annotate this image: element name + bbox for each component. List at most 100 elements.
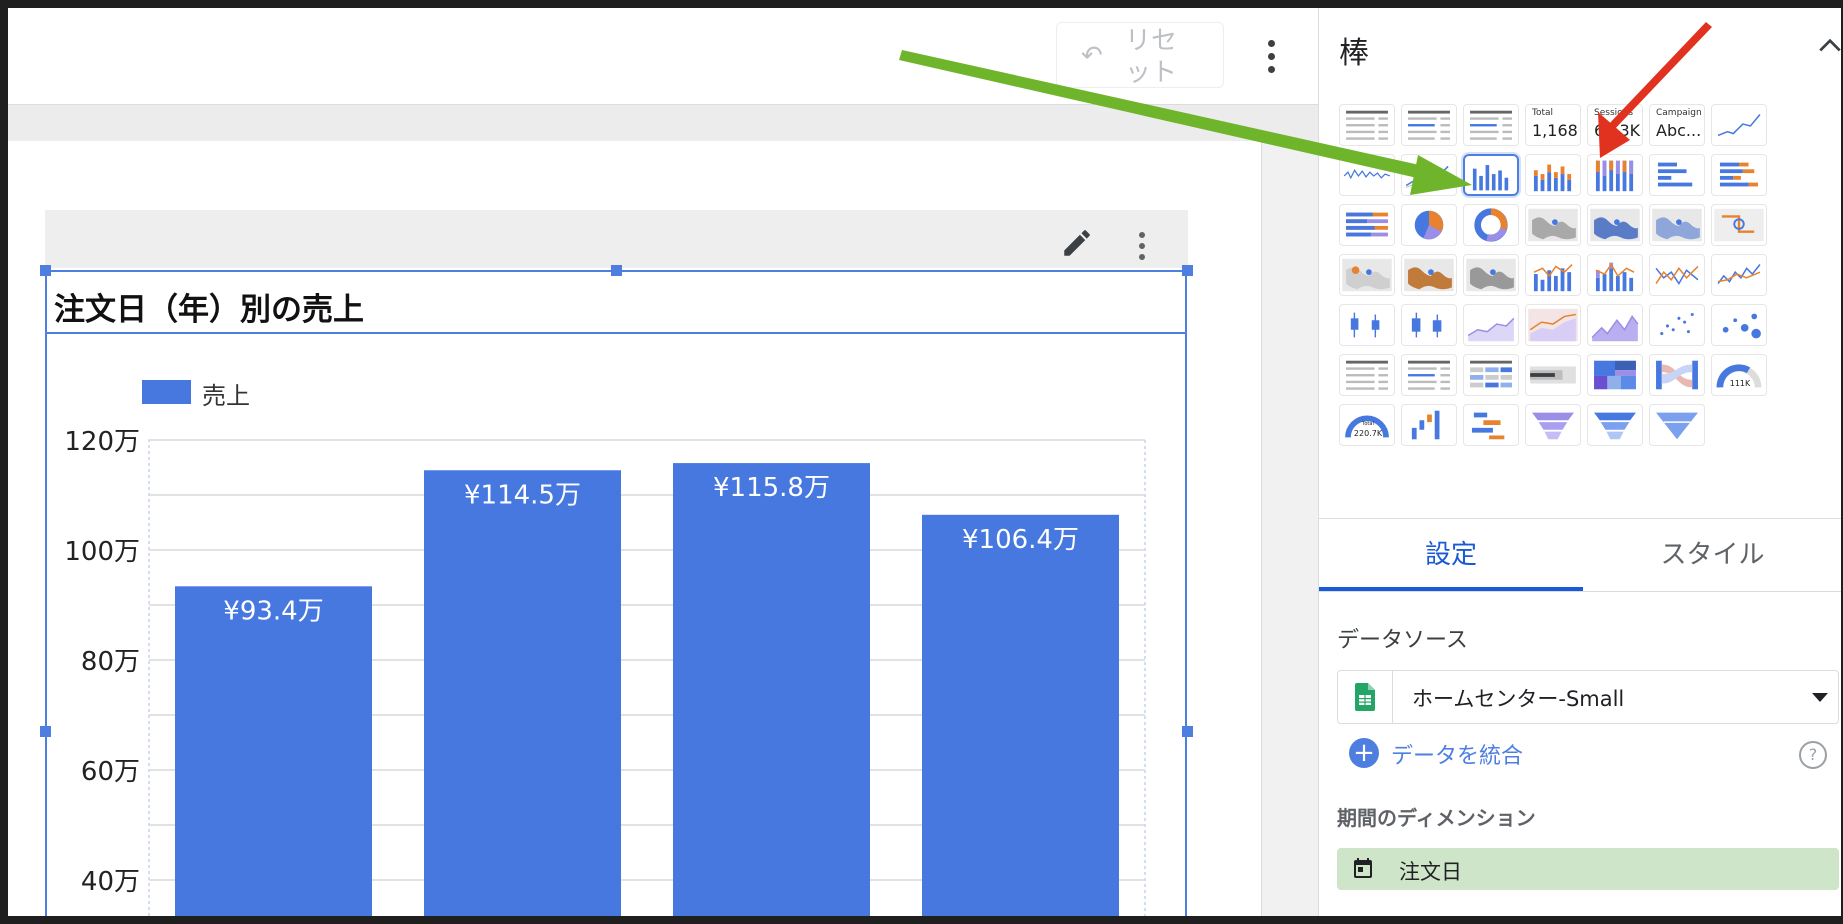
- chart-type-line-chart[interactable]: [1649, 254, 1705, 296]
- chart-type-area-mountains[interactable]: [1587, 304, 1643, 346]
- chart-type-google-maps-bubble[interactable]: [1339, 254, 1395, 296]
- scorecard-title: Sessions: [1594, 108, 1634, 118]
- chart-type-icon: [1470, 110, 1512, 140]
- page-margin: [1261, 141, 1319, 916]
- chart-type-100-stacked-bar[interactable]: [1339, 204, 1395, 246]
- chart-type-sparkline[interactable]: [1711, 104, 1767, 146]
- chart-type-column-chart[interactable]: [1463, 154, 1519, 196]
- blend-data-link[interactable]: データを統合: [1391, 738, 1523, 770]
- chart-type-timeseries-smooth[interactable]: [1401, 154, 1457, 196]
- chart-type-sankey[interactable]: [1649, 354, 1705, 396]
- chart-type-candlestick[interactable]: [1339, 304, 1395, 346]
- chart-type-icon: [1474, 208, 1508, 242]
- data-source-select[interactable]: ホームセンター-Small: [1337, 670, 1839, 724]
- chart-type-geo-chart[interactable]: [1525, 204, 1581, 246]
- bar-data-label: ¥114.5万: [464, 480, 581, 510]
- chart-type-icon: [1595, 160, 1634, 192]
- y-tick-label: 60万: [81, 757, 140, 787]
- chart-type-combo-chart[interactable]: [1525, 254, 1581, 296]
- chart-type-pivot-table-bars[interactable]: [1401, 354, 1457, 396]
- chart-type-funnel-inverted[interactable]: [1649, 404, 1705, 446]
- chart-type-area-chart[interactable]: [1463, 304, 1519, 346]
- dropdown-caret-icon: [1812, 693, 1828, 702]
- chart-type-icon: [1343, 169, 1391, 180]
- chart-type-scorecard-sessions[interactable]: Sessions 69.3K: [1587, 104, 1643, 146]
- chart-type-icon: [1405, 165, 1449, 188]
- chart-type-icon: [1660, 313, 1694, 336]
- chart-type-icon: [1404, 258, 1454, 292]
- chart-type-table-bars[interactable]: [1401, 104, 1457, 146]
- resize-handle-tr[interactable]: [1182, 265, 1193, 276]
- chart-type-icon: [1346, 110, 1388, 140]
- chart-type-icon: [1346, 360, 1388, 390]
- tab-settings[interactable]: 設定: [1319, 520, 1583, 592]
- bar-data-label: ¥115.8万: [713, 473, 830, 503]
- chart-type-google-maps-lines[interactable]: [1711, 204, 1767, 246]
- divider: [1319, 518, 1841, 519]
- chart-type-funnel[interactable]: [1525, 404, 1581, 446]
- chart-type-geo-bubble[interactable]: [1401, 254, 1457, 296]
- chart-type-funnel-blue[interactable]: [1587, 404, 1643, 446]
- chart-type-icon: [1530, 366, 1576, 384]
- chart-type-icon: [1717, 114, 1761, 137]
- chart-type-stacked-bar[interactable]: [1711, 154, 1767, 196]
- resize-handle-tl[interactable]: [40, 265, 51, 276]
- reset-button[interactable]: ↶ リセット: [1056, 22, 1224, 88]
- chart-type-gauge[interactable]: 111K: [1711, 354, 1767, 396]
- bar-data-label: ¥106.4万: [962, 525, 1079, 555]
- scorecard-value: 1,168: [1532, 121, 1578, 140]
- tab-style[interactable]: スタイル: [1583, 520, 1841, 592]
- gauge-value: 220.7K: [1353, 429, 1383, 438]
- chart-type-100-stacked-column[interactable]: [1587, 154, 1643, 196]
- resize-handle-top[interactable]: [611, 265, 622, 276]
- chart-type-icon: [1346, 212, 1388, 237]
- chart-type-stacked-combo[interactable]: [1587, 254, 1643, 296]
- scorecard-value: 69.3K: [1594, 121, 1641, 140]
- chart-type-stacked-column[interactable]: [1525, 154, 1581, 196]
- title-separator: [45, 332, 1187, 334]
- chart-type-icon: [1714, 208, 1764, 242]
- chart-type-table-heatmap[interactable]: [1463, 104, 1519, 146]
- chart-more-icon[interactable]: [1130, 230, 1154, 262]
- chart-type-geo-world[interactable]: [1463, 254, 1519, 296]
- chart-type-icon: [1472, 165, 1509, 191]
- more-vert-icon[interactable]: [1260, 36, 1284, 76]
- chart-type-icon: [1722, 313, 1761, 339]
- chart-type-bar-chart[interactable]: [1649, 154, 1705, 196]
- chart-type-pivot-table[interactable]: [1339, 354, 1395, 396]
- chart-type-scorecard-total[interactable]: Total 1,168: [1525, 104, 1581, 146]
- resize-handle-right[interactable]: [1182, 726, 1193, 737]
- add-circle-icon[interactable]: +: [1349, 738, 1379, 768]
- chart-type-bubble-chart[interactable]: [1711, 304, 1767, 346]
- chart-type-pie-chart[interactable]: [1401, 204, 1457, 246]
- chart-type-smooth-line[interactable]: [1711, 254, 1767, 296]
- chart-type-treemap[interactable]: [1587, 354, 1643, 396]
- chart-type-scatter-chart[interactable]: [1649, 304, 1705, 346]
- chart-type-icon: [1411, 312, 1442, 338]
- y-tick-label: 120万: [64, 427, 140, 457]
- chart-type-gauge-total[interactable]: 220.7K Total: [1339, 404, 1395, 446]
- chart-type-candlestick-filled[interactable]: [1401, 304, 1457, 346]
- chart-type-stacked-area[interactable]: [1525, 304, 1581, 346]
- chart-type-timeseries[interactable]: [1339, 154, 1395, 196]
- chart-type-donut-chart[interactable]: [1463, 204, 1519, 246]
- chart-type-timeline-bars[interactable]: [1463, 404, 1519, 446]
- help-icon[interactable]: ?: [1799, 741, 1827, 769]
- chart-type-icon: [1466, 258, 1516, 292]
- chart-type-pivot-table-heatmap[interactable]: [1463, 354, 1519, 396]
- pencil-icon[interactable]: [1060, 226, 1094, 260]
- chart-type-google-maps-heat[interactable]: [1649, 204, 1705, 246]
- dimension-chip[interactable]: 注文日: [1337, 848, 1839, 890]
- chart-type-icon: [1594, 412, 1636, 440]
- chart-type-icon: [1595, 262, 1635, 292]
- chart-type-scorecard-campaign[interactable]: Campaign Abc...: [1649, 104, 1705, 146]
- chart-type-icon: [1591, 315, 1639, 342]
- chart-type-icon: [1594, 360, 1636, 390]
- chart-type-geo-map-filled[interactable]: [1587, 204, 1643, 246]
- chart-type-table[interactable]: [1339, 104, 1395, 146]
- chevron-up-icon[interactable]: [1817, 34, 1841, 56]
- chart-type-icon: [1716, 364, 1762, 388]
- gauge-total-label: Total: [1362, 421, 1374, 427]
- chart-type-bullet-chart[interactable]: [1525, 354, 1581, 396]
- chart-type-waterfall[interactable]: [1401, 404, 1457, 446]
